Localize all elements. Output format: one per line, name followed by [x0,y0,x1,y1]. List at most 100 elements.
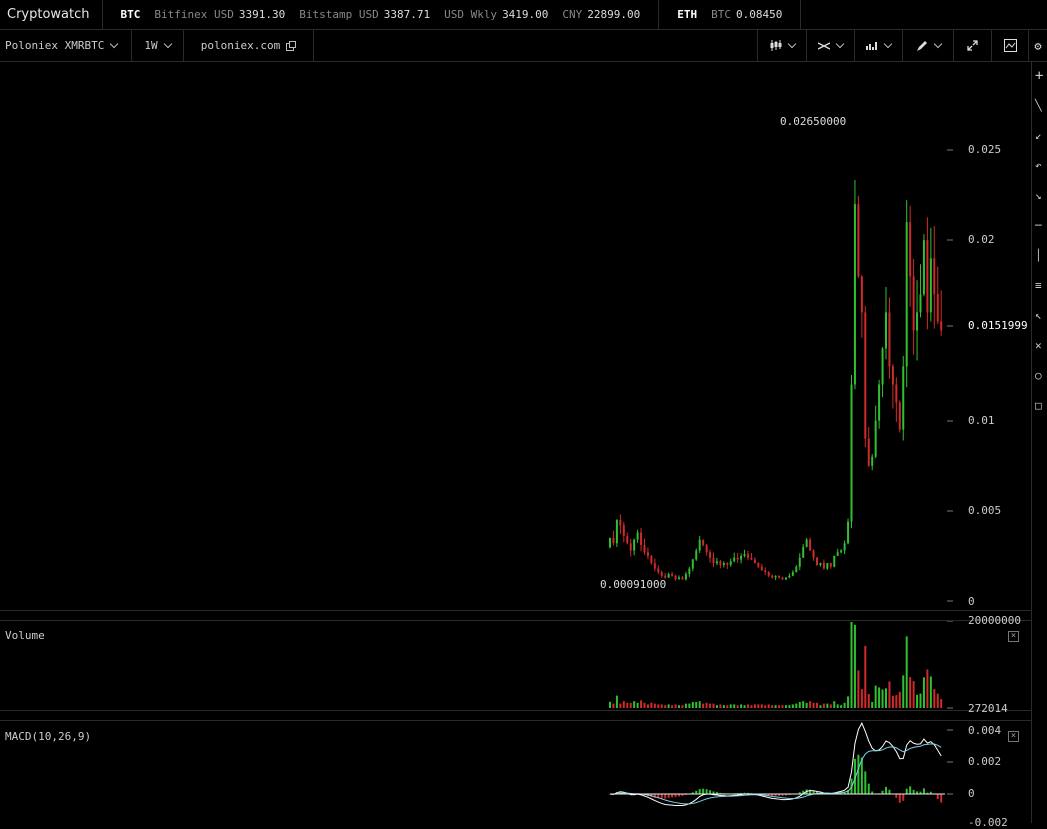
candles-series [609,179,943,581]
volume-bar [722,705,725,708]
volume-bar [871,702,874,708]
candle-body [750,557,753,560]
volume-bar [729,704,732,708]
volume-bar [715,705,718,708]
candle-body [816,557,818,565]
candle-body [660,572,663,576]
candle-body [646,552,649,556]
candle-body [809,539,812,551]
candle-body [612,537,615,544]
fib-lines-icon[interactable]: ≡ [1035,280,1047,292]
horizontal-line-icon[interactable]: ─ [1035,220,1047,232]
volume-bar [702,703,705,708]
candle-body [729,561,732,565]
candle-body [916,312,919,331]
price-axis-tick: 0 [968,595,975,608]
price-chart[interactable] [0,0,1047,823]
cross-icon[interactable]: ✕ [1035,340,1047,352]
candle-body [740,555,743,560]
candle-body [743,554,746,556]
candle-body [902,366,905,430]
volume-bar [864,645,867,708]
macd-histogram-bar [912,789,915,794]
volume-bar [853,624,856,708]
arrow-icon[interactable]: ↘ [1035,190,1047,202]
volume-bar [767,704,770,708]
volume-bar [667,704,670,708]
macd-histogram-bar [898,794,901,803]
candle-body [722,563,725,565]
drawing-tools-sidebar: + ╲ ↙ ↶ ↘ ─ │ ≡ ↖ ✕ ○ □ [1031,62,1047,823]
volume-bar [709,703,712,708]
macd-histogram-bar [940,794,943,803]
volume-bar [898,691,901,708]
volume-bar [822,703,825,708]
vertical-line-icon[interactable]: │ [1035,250,1047,262]
volume-bar [919,693,922,708]
macd-panel-label: MACD(10,26,9) [5,730,92,743]
panel-divider[interactable] [0,610,1031,611]
candle-body [774,575,777,578]
candle-body [678,577,680,580]
candle-body [643,545,646,553]
candle-body [674,575,677,580]
candle-body [926,240,929,313]
candle-body [764,570,767,573]
line-icon[interactable]: ╲ [1035,100,1047,112]
volume-bar [705,702,708,708]
volume-bar [609,701,611,708]
candle-body [671,573,674,576]
macd-histogram-bar [857,754,860,794]
volume-axis-tick: 20000000 [968,614,1021,627]
candle-body [626,536,629,544]
last-price-label: 0.0151999 [968,319,1028,332]
volume-bar [836,704,839,708]
macd-axis-tick: 0 [968,787,975,800]
plus-icon[interactable]: + [1035,69,1047,83]
macd-histogram-bar [867,783,870,794]
arc-icon[interactable]: ↶ [1035,160,1047,172]
close-volume-icon[interactable]: × [1008,631,1019,642]
volume-bar [664,705,667,708]
candle-body [919,294,922,313]
close-macd-icon[interactable]: × [1008,731,1019,742]
candle-body [933,258,936,295]
select-icon[interactable]: ↖ [1035,310,1047,322]
candle-body [705,545,708,553]
volume-bar [691,702,694,708]
candle-body [778,575,781,578]
candle-body [871,456,874,466]
candle-body [753,559,756,564]
circle-icon[interactable]: ○ [1035,370,1047,382]
volume-bar [733,704,736,708]
volume-bar [771,705,774,708]
candle-body [929,258,932,313]
volume-bar [695,702,698,708]
volume-bar [636,702,639,708]
candle-body [771,575,774,578]
volume-bar [757,704,760,708]
volume-bar [791,704,794,708]
rect-icon[interactable]: □ [1035,400,1047,412]
candle-body [878,384,881,421]
candle-body [840,550,843,553]
macd-histogram-bar [709,790,712,794]
volume-bar [753,704,756,708]
macd-histogram-bar [664,794,667,799]
panel-divider[interactable] [0,710,1031,711]
volume-bar [622,701,625,708]
volume-bar [922,677,925,708]
candle-body [885,312,887,349]
ray-icon[interactable]: ↙ [1035,130,1047,142]
panel-divider [0,620,1031,621]
macd-histogram [609,754,943,803]
macd-histogram-bar [888,789,891,794]
volume-bar [788,705,791,708]
volume-bar [905,636,908,708]
volume-bar [615,695,618,708]
volume-bar [643,702,646,708]
macd-histogram-bar [705,789,708,794]
volume-bar [940,699,943,708]
candle-body [888,312,891,367]
candle-body [688,568,691,574]
